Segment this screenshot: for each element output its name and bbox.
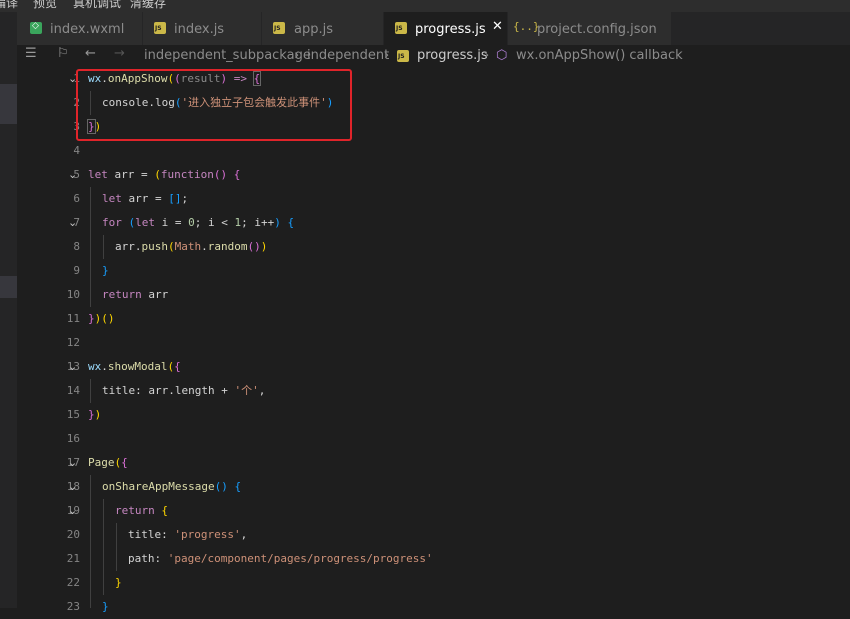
js-file-icon [397, 50, 409, 62]
code-line: for (let i = 0; i < 1; i++) { [102, 216, 295, 229]
tab-app-js[interactable]: app.js [262, 12, 384, 45]
breadcrumb-folder[interactable]: independent [307, 48, 389, 63]
code-editor[interactable]: 1 2 3 4 5 6 7 8 9 10 11 12 13 14 15 16 1… [17, 67, 850, 613]
explorer-selected-row[interactable] [0, 276, 17, 298]
tab-index-wxml[interactable]: index.wxml [17, 12, 143, 45]
code-line: })() [88, 312, 115, 325]
chevron-down-icon[interactable]: ⌄ [68, 355, 77, 379]
code-line: }) [88, 408, 102, 421]
line-number: 8 [73, 240, 80, 253]
list-icon[interactable]: ☰ [25, 46, 37, 61]
indent-guide [90, 379, 91, 403]
menu-preview[interactable]: 预览 [33, 0, 57, 11]
chevron-right-icon: › [484, 48, 490, 63]
red-highlight-box [76, 69, 352, 141]
code-line: let arr = (function() { [88, 168, 241, 181]
js-file-icon [273, 22, 285, 34]
tab-label: index.wxml [50, 22, 125, 37]
code-line: Page({ [88, 456, 128, 469]
line-number: 4 [73, 144, 80, 157]
breadcrumb-folder-root[interactable]: independent_subpackage [144, 48, 311, 63]
line-number: 11 [66, 312, 80, 325]
js-file-icon [395, 22, 407, 34]
indent-guide [90, 187, 91, 307]
tab-label: project.config.json [537, 22, 657, 37]
breadcrumb-file[interactable]: progress.js [417, 48, 488, 63]
indent-guide [103, 499, 104, 595]
indent-guide [116, 523, 117, 571]
forward-icon[interactable]: → [114, 46, 125, 61]
line-number: 21 [66, 552, 80, 565]
menu-clear-cache[interactable]: 清缓存 [130, 0, 166, 11]
line-number: 10 [66, 288, 80, 301]
code-line: arr.push(Math.random()) [115, 240, 268, 253]
code-line: path: 'page/component/pages/progress/pro… [128, 552, 433, 565]
menu-compile[interactable]: 编译 [0, 0, 18, 11]
tab-label: index.js [174, 22, 225, 37]
json-file-icon: {..} [513, 20, 540, 33]
code-line: } [102, 264, 109, 277]
tab-label: app.js [294, 22, 333, 37]
code-line: } [115, 576, 122, 589]
chevron-down-icon[interactable]: ⌄ [68, 451, 77, 475]
line-number: 23 [66, 600, 80, 613]
code-line: let arr = []; [102, 192, 189, 205]
code-line: onShareAppMessage() { [102, 480, 242, 493]
file-explorer-strip [0, 12, 17, 608]
code-line: return arr [102, 288, 169, 301]
top-menu: 编译 预览 真机调试 清缓存 [0, 0, 850, 12]
explorer-selected-row[interactable] [0, 84, 17, 124]
tab-progress-js[interactable]: progress.js ✕ [384, 12, 508, 45]
code-line: return { [115, 504, 168, 517]
code-line: wx.showModal({ [88, 360, 181, 373]
code-line: } [102, 600, 109, 613]
code-line: title: 'progress', [128, 528, 248, 541]
line-number: 9 [73, 264, 80, 277]
chevron-down-icon[interactable]: ⌄ [68, 499, 77, 523]
tab-label: progress.js [415, 22, 486, 37]
line-number: 14 [66, 384, 80, 397]
js-file-icon [154, 22, 166, 34]
chevron-down-icon[interactable]: ⌄ [68, 475, 77, 499]
bookmark-icon[interactable]: ⚐ [57, 46, 69, 61]
line-number: 20 [66, 528, 80, 541]
menu-remote-debug[interactable]: 真机调试 [73, 0, 121, 11]
chevron-right-icon: › [294, 48, 300, 63]
line-number: 12 [66, 336, 80, 349]
breadcrumb: ☰ ⚐ ← → independent_subpackage › indepen… [17, 45, 850, 67]
tab-project-config-json[interactable]: {..} project.config.json [508, 12, 672, 45]
line-number: 15 [66, 408, 80, 421]
wxml-file-icon [30, 21, 42, 34]
back-icon[interactable]: ← [85, 46, 96, 61]
editor-tab-bar: index.wxml index.js app.js progress.js ✕… [17, 12, 850, 45]
tab-index-js[interactable]: index.js [143, 12, 262, 45]
line-number: 6 [73, 192, 80, 205]
close-icon[interactable]: ✕ [492, 19, 503, 34]
line-number: 22 [66, 576, 80, 589]
line-number: 16 [66, 432, 80, 445]
indent-guide [103, 235, 104, 259]
indent-guide [90, 475, 91, 608]
symbol-cube-icon: ⬡ [496, 48, 508, 63]
code-line: title: arr.length + '个', [102, 384, 266, 397]
chevron-down-icon[interactable]: ⌄ [68, 211, 77, 235]
chevron-right-icon: › [384, 48, 390, 63]
breadcrumb-symbol[interactable]: wx.onAppShow() callback [516, 48, 683, 63]
chevron-down-icon[interactable]: ⌄ [68, 163, 77, 187]
